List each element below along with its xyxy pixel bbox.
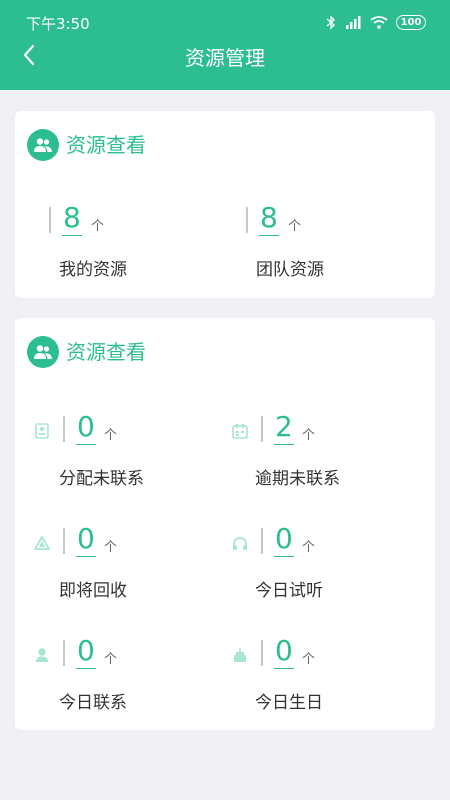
status-time: 下午3:50 bbox=[26, 15, 90, 33]
stat-today-contact[interactable]: 0 个 今日联系 bbox=[33, 634, 213, 716]
wifi-icon bbox=[370, 15, 388, 30]
app-header: 下午3:50 100 资源管理 bbox=[0, 0, 450, 90]
stat-value: 8 bbox=[62, 201, 82, 236]
calendar-icon bbox=[231, 422, 249, 440]
card-title: 资源查看 bbox=[66, 340, 146, 364]
signal-icon bbox=[344, 15, 362, 30]
stat-today-trial[interactable]: 0 个 今日试听 bbox=[231, 522, 411, 604]
page-title: 资源管理 bbox=[185, 46, 265, 70]
stat-team-resources[interactable]: 8 个 团队资源 bbox=[246, 201, 426, 283]
stat-value: 0 bbox=[76, 634, 96, 669]
stat-value: 0 bbox=[76, 410, 96, 445]
stat-unit: 个 bbox=[288, 219, 302, 234]
card-title: 资源查看 bbox=[66, 133, 146, 157]
stat-unit: 个 bbox=[104, 652, 118, 667]
divider bbox=[261, 416, 263, 442]
stat-value: 2 bbox=[274, 410, 294, 445]
divider bbox=[63, 416, 65, 442]
stat-unit: 个 bbox=[104, 428, 118, 443]
resource-overview-card: 资源查看 8 个 我的资源 8 个 团队资源 bbox=[15, 111, 435, 298]
stat-value: 0 bbox=[76, 522, 96, 557]
bluetooth-icon bbox=[326, 14, 336, 30]
contact-card-icon bbox=[33, 422, 51, 440]
divider bbox=[63, 528, 65, 554]
status-icons: 100 bbox=[326, 12, 426, 32]
people-icon bbox=[27, 336, 59, 368]
stat-unit: 个 bbox=[302, 428, 316, 443]
stat-label: 今日联系 bbox=[59, 693, 127, 713]
stat-value: 0 bbox=[274, 634, 294, 669]
stat-value: 0 bbox=[274, 522, 294, 557]
resource-status-card: 资源查看 0 个 分配未联系 2 个 逾期未联系 0 个 即将回收 0 个 今日… bbox=[15, 318, 435, 730]
stat-today-birthday[interactable]: 0 个 今日生日 bbox=[231, 634, 411, 716]
stat-label: 团队资源 bbox=[256, 260, 324, 280]
battery-icon: 100 bbox=[396, 14, 426, 30]
stat-about-to-recycle[interactable]: 0 个 即将回收 bbox=[33, 522, 213, 604]
stat-label: 即将回收 bbox=[59, 581, 127, 601]
stat-label: 今日生日 bbox=[255, 693, 323, 713]
divider bbox=[261, 640, 263, 666]
divider bbox=[246, 207, 248, 233]
stat-value: 8 bbox=[259, 201, 279, 236]
stat-unit: 个 bbox=[91, 219, 105, 234]
card-header: 资源查看 bbox=[27, 129, 146, 161]
stat-label: 逾期未联系 bbox=[255, 469, 340, 489]
card-header: 资源查看 bbox=[27, 336, 146, 368]
stat-unit: 个 bbox=[302, 540, 316, 555]
recycle-icon bbox=[33, 534, 51, 552]
stat-label: 分配未联系 bbox=[59, 469, 144, 489]
stat-unit: 个 bbox=[302, 652, 316, 667]
stat-my-resources[interactable]: 8 个 我的资源 bbox=[49, 201, 229, 283]
people-icon bbox=[27, 129, 59, 161]
divider bbox=[261, 528, 263, 554]
stat-overdue-not-contacted[interactable]: 2 个 逾期未联系 bbox=[231, 410, 411, 492]
stat-label: 我的资源 bbox=[59, 260, 127, 280]
cake-icon bbox=[231, 646, 249, 664]
divider bbox=[63, 640, 65, 666]
stat-assigned-not-contacted[interactable]: 0 个 分配未联系 bbox=[33, 410, 213, 492]
status-bar: 下午3:50 100 bbox=[0, 0, 450, 44]
person-icon bbox=[33, 646, 51, 664]
stat-label: 今日试听 bbox=[255, 581, 323, 601]
headphones-icon bbox=[231, 534, 249, 552]
stat-unit: 个 bbox=[104, 540, 118, 555]
divider bbox=[49, 207, 51, 233]
